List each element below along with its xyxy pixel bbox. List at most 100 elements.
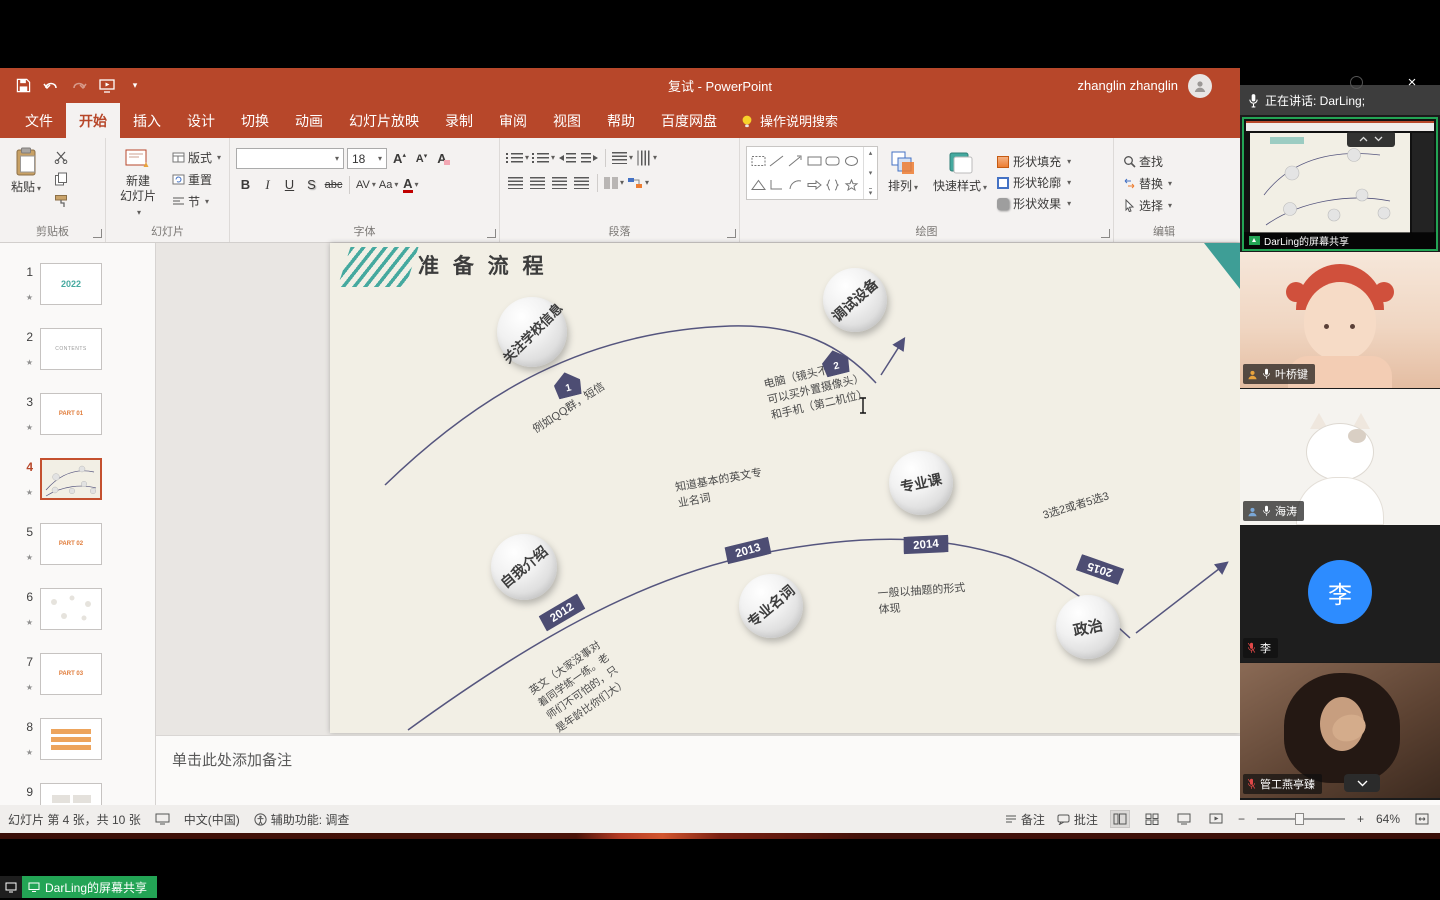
zoom-in-button[interactable]: + [1357, 812, 1364, 826]
shapes-gallery-scrollbar[interactable]: ▴ ▾ ▾ [863, 147, 877, 199]
increase-indent-button[interactable] [580, 148, 599, 167]
node-self-introduction[interactable]: 自我介绍 [491, 534, 557, 600]
slide-thumbnail-item-2[interactable]: 2★ CONTENTS [0, 328, 155, 393]
meeting-control-icon[interactable] [1350, 76, 1363, 89]
find-button[interactable]: 查找 [1120, 151, 1209, 171]
paragraph-dialog-launcher[interactable] [727, 229, 736, 238]
arrange-button[interactable]: 排列▾ [883, 146, 923, 194]
node-terminology[interactable]: 专业名词 [739, 574, 803, 638]
participant-video-2[interactable]: 海涛 [1240, 389, 1440, 525]
tab-review[interactable]: 审阅 [486, 103, 540, 138]
slide-thumbnail-item-4[interactable]: 4★ [0, 458, 155, 523]
drawing-dialog-launcher[interactable] [1101, 229, 1110, 238]
text-direction-button[interactable]: ▾ [636, 148, 657, 167]
notes-placeholder[interactable]: 单击此处添加备注 [172, 752, 292, 769]
fit-to-window-button[interactable] [1412, 810, 1432, 828]
collapse-videos-button[interactable] [1344, 774, 1380, 792]
save-button[interactable] [14, 77, 32, 95]
customize-qat-button[interactable]: ▾ [126, 77, 144, 95]
slide-thumbnail-item-6[interactable]: 6★ [0, 588, 155, 653]
notes-toggle-button[interactable]: 备注 [1005, 811, 1045, 828]
screen-share-taskbar-badge[interactable]: DarLing的屏幕共享 [0, 876, 157, 898]
tab-view[interactable]: 视图 [540, 103, 594, 138]
screen-share-preview[interactable]: DarLing的屏幕共享 [1242, 117, 1438, 251]
replace-button[interactable]: 替换▾ [1120, 173, 1209, 193]
align-center-button[interactable] [528, 173, 547, 192]
slide-thumbnail-item-1[interactable]: 1★ 2022 [0, 263, 155, 328]
font-dialog-launcher[interactable] [487, 229, 496, 238]
bold-button[interactable]: B [236, 175, 255, 194]
shapes-scroll-down[interactable]: ▾ [869, 169, 873, 177]
close-button[interactable]: × [1402, 72, 1422, 92]
node-test-equipment[interactable]: 调试设备 [823, 268, 887, 332]
shape-effects-button[interactable]: 形状效果▾ [997, 194, 1071, 213]
strikethrough-button[interactable]: abc [324, 175, 343, 194]
accessibility-checker[interactable]: 辅助功能: 调查 [254, 811, 350, 828]
zoom-out-button[interactable]: − [1238, 812, 1245, 826]
shapes-gallery[interactable]: ▴ ▾ ▾ [746, 146, 878, 200]
slide-thumbnail[interactable]: PART 02 [40, 523, 102, 565]
increase-font-button[interactable]: A▴ [390, 149, 409, 168]
participant-video-3[interactable]: 李 李 [1240, 526, 1440, 662]
participant-video-4[interactable]: 管工燕亭臻 [1240, 663, 1440, 798]
convert-smartart-button[interactable]: ▾ [627, 173, 649, 192]
tell-me-search[interactable]: 操作说明搜索 [740, 103, 838, 138]
tab-insert[interactable]: 插入 [120, 103, 174, 138]
slide-thumbnail[interactable]: 2022 [40, 263, 102, 305]
numbering-button[interactable]: ▾ [532, 148, 555, 167]
line-spacing-button[interactable]: ▾ [612, 148, 633, 167]
slide-thumbnail[interactable]: PART 01 [40, 393, 102, 435]
tab-help[interactable]: 帮助 [594, 103, 648, 138]
text-shadow-button[interactable]: S [302, 175, 321, 194]
shapes-gallery-more[interactable]: ▾ [869, 188, 873, 197]
slide-thumbnail[interactable] [40, 783, 102, 805]
tab-baidu-netdisk[interactable]: 百度网盘 [648, 103, 730, 138]
copy-button[interactable] [51, 169, 73, 189]
tab-record[interactable]: 录制 [432, 103, 486, 138]
zoom-level[interactable]: 64% [1376, 812, 1400, 826]
tab-slideshow[interactable]: 幻灯片放映 [336, 103, 432, 138]
zoom-slider[interactable] [1257, 818, 1345, 820]
participant-video-1[interactable]: 叶桥键 [1240, 252, 1440, 388]
shape-fill-button[interactable]: 形状填充▾ [997, 152, 1071, 171]
node-school-info[interactable]: 关注学校信息 [497, 297, 567, 367]
section-button[interactable]: 节▾ [169, 191, 224, 211]
quick-styles-button[interactable]: 快速样式▾ [928, 146, 992, 194]
paste-button[interactable]: 粘贴▾ [6, 143, 46, 223]
normal-view-button[interactable] [1110, 810, 1130, 828]
account-avatar[interactable] [1188, 74, 1212, 98]
slide-thumbnail[interactable]: PART 03 [40, 653, 102, 695]
bullets-button[interactable]: ▾ [506, 148, 529, 167]
new-slide-button[interactable]: 新建幻灯片▾ [112, 143, 164, 223]
slide-thumbnail-item-7[interactable]: 7★ PART 03 [0, 653, 155, 718]
tab-animations[interactable]: 动画 [282, 103, 336, 138]
reading-view-button[interactable] [1174, 810, 1194, 828]
account-name[interactable]: zhanglin zhanglin [1078, 78, 1178, 93]
format-painter-button[interactable] [51, 191, 73, 211]
change-case-button[interactable]: Aa▾ [379, 175, 398, 194]
select-button[interactable]: 选择▾ [1120, 195, 1209, 215]
tab-design[interactable]: 设计 [174, 103, 228, 138]
tab-transitions[interactable]: 切换 [228, 103, 282, 138]
decrease-indent-button[interactable] [558, 148, 577, 167]
underline-button[interactable]: U [280, 175, 299, 194]
redo-button[interactable] [70, 77, 88, 95]
language-indicator[interactable]: 中文(中国) [184, 811, 240, 828]
slide-thumbnail-item-8[interactable]: 8★ [0, 718, 155, 783]
comments-toggle-button[interactable]: 批注 [1057, 811, 1098, 828]
node-major-course[interactable]: 专业课 [889, 451, 953, 515]
italic-button[interactable]: I [258, 175, 277, 194]
slide-thumbnail-item-9[interactable]: 9★ [0, 783, 155, 805]
cut-button[interactable] [51, 147, 73, 167]
reset-button[interactable]: 重置 [169, 169, 224, 189]
slide-thumbnail[interactable] [40, 588, 102, 630]
tab-home[interactable]: 开始 [66, 103, 120, 138]
columns-button[interactable]: ▾ [604, 173, 624, 192]
slide-thumbnail[interactable]: CONTENTS [40, 328, 102, 370]
decrease-font-button[interactable]: A▾ [412, 149, 431, 168]
shapes-scroll-up[interactable]: ▴ [869, 149, 873, 157]
panel-collapse-control[interactable] [1347, 131, 1395, 147]
justify-button[interactable] [572, 173, 591, 192]
undo-button[interactable] [42, 77, 60, 95]
slide-thumbnail-current[interactable] [40, 458, 102, 500]
